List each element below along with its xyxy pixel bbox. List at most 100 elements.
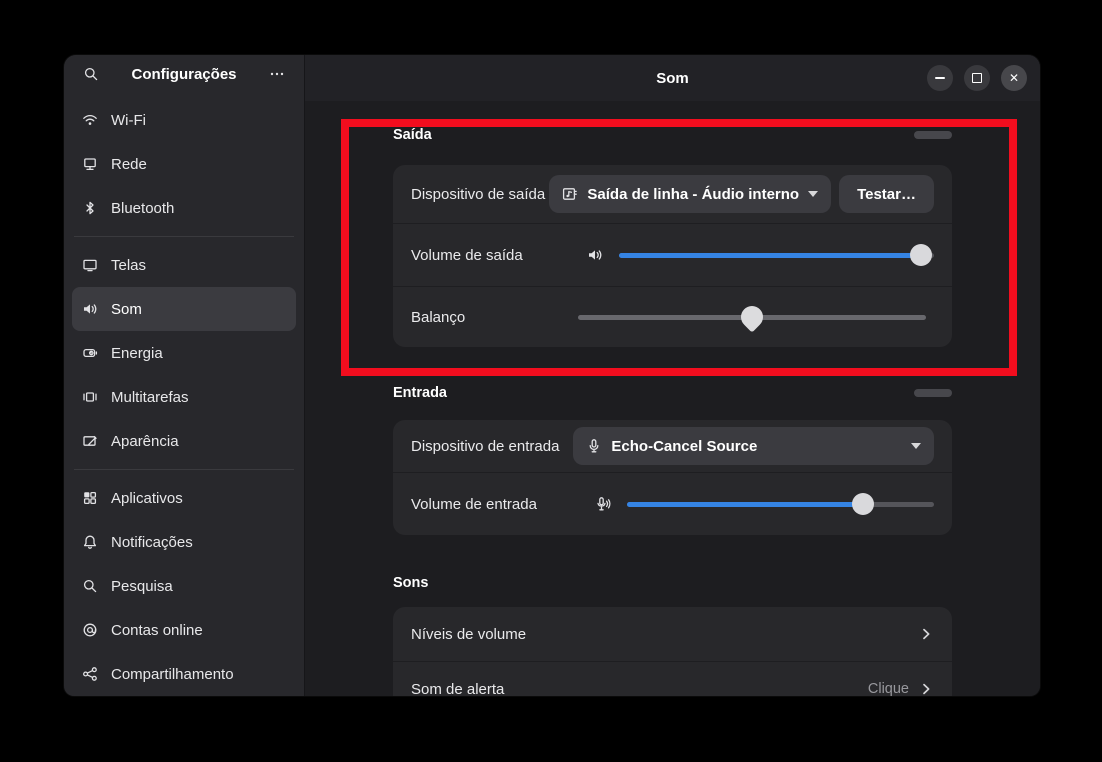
sidebar-item-bluetooth[interactable]: Bluetooth [72,186,296,230]
alert-sound-row[interactable]: Som de alerta Clique [393,661,952,696]
at-sign-icon [82,622,98,638]
network-icon [82,156,98,172]
sidebar-item-telas[interactable]: Telas [72,243,296,287]
input-device-label: Dispositivo de entrada [411,438,559,455]
bluetooth-icon [82,200,98,216]
input-volume-knob[interactable] [852,493,874,515]
sidebar-item-rede[interactable]: Rede [72,142,296,186]
sidebar-item-label: Rede [111,156,147,173]
sidebar-header: Configurações [64,55,304,93]
output-card: Dispositivo de saída Saída de linha - Áu… [393,165,952,347]
output-section-title: Saída [393,127,432,143]
speaker-volume-icon [587,247,603,263]
sidebar-item-label: Wi-Fi [111,112,146,129]
drag-handle[interactable] [914,389,952,397]
input-device-dropdown[interactable]: Echo-Cancel Source [573,427,934,465]
search-icon [83,66,99,82]
sidebar-item-label: Compartilhamento [111,666,234,683]
sidebar-item-label: Energia [111,345,163,362]
sidebar-item-contas-online[interactable]: Contas online [72,608,296,652]
alert-sound-label: Som de alerta [411,681,504,697]
sidebar-item-label: Contas online [111,622,203,639]
output-device-row: Dispositivo de saída Saída de linha - Áu… [393,165,952,223]
output-section: Saída Dispositivo de saída Sa [393,125,952,347]
chevron-down-icon [911,443,921,449]
menu-button[interactable] [262,59,292,89]
input-section-header: Entrada [393,383,952,403]
sidebar-item-energia[interactable]: Energia [72,331,296,375]
share-icon [82,666,98,682]
input-device-row: Dispositivo de entrada Echo-Cancel Sourc… [393,420,952,472]
sound-card-icon [562,186,578,202]
settings-window: Configurações Wi-Fi [64,55,1040,696]
sidebar-item-label: Notificações [111,534,193,551]
sidebar-item-label: Multitarefas [111,389,189,406]
output-volume-row: Volume de saída [393,223,952,286]
sounds-section-header: Sons [393,573,952,593]
speaker-icon [82,301,98,317]
close-icon: ✕ [1009,72,1019,84]
balance-row: Balanço [393,286,952,347]
output-device-dropdown[interactable]: Saída de linha - Áudio interno [549,175,831,213]
microphone-icon [586,438,602,454]
balance-knob[interactable] [736,301,767,332]
apps-grid-icon [82,490,98,506]
output-volume-slider[interactable] [619,244,934,266]
input-device-value: Echo-Cancel Source [611,438,757,455]
sound-settings-content: Saída Dispositivo de saída Sa [305,101,1040,696]
maximize-icon [972,73,982,83]
appearance-icon [82,433,98,449]
sidebar-item-label: Pesquisa [111,578,173,595]
maximize-button[interactable] [964,65,990,91]
sounds-section: Sons Níveis de volume Som de [393,573,952,696]
slider-fill [619,253,921,258]
sidebar-item-wifi[interactable]: Wi-Fi [72,98,296,142]
microphone-volume-icon [595,496,611,512]
output-device-label: Dispositivo de saída [411,186,545,203]
desktop: Configurações Wi-Fi [0,0,1102,762]
test-speakers-button[interactable]: Testar… [839,175,934,213]
drag-handle[interactable] [914,131,952,139]
output-section-header: Saída [393,125,952,145]
output-volume-label: Volume de saída [411,247,523,264]
input-section-title: Entrada [393,385,447,401]
minimize-icon [935,77,945,79]
alert-sound-value: Clique [868,681,909,696]
sidebar-separator [74,469,294,470]
sidebar-item-notificacoes[interactable]: Notificações [72,520,296,564]
display-icon [82,257,98,273]
sidebar-item-compartilhamento[interactable]: Compartilhamento [72,652,296,696]
sidebar-item-pesquisa[interactable]: Pesquisa [72,564,296,608]
wifi-icon [82,112,98,128]
battery-icon [82,345,98,361]
input-card: Dispositivo de entrada Echo-Cancel Sourc… [393,420,952,535]
sidebar-item-aplicativos[interactable]: Aplicativos [72,476,296,520]
sidebar-item-aparencia[interactable]: Aparência [72,419,296,463]
sidebar-item-label: Aplicativos [111,490,183,507]
sidebar-nav: Wi-Fi Rede Bluetooth [64,93,304,696]
chevron-right-icon [918,681,934,696]
sidebar: Configurações Wi-Fi [64,55,305,696]
balance-label: Balanço [411,309,465,326]
sidebar-item-som[interactable]: Som [72,287,296,331]
input-volume-slider[interactable] [627,493,934,515]
sidebar-item-multitarefas[interactable]: Multitarefas [72,375,296,419]
sidebar-separator [74,236,294,237]
main-pane: Som ✕ Saída Dispositivo de saíd [305,55,1040,696]
volume-levels-label: Níveis de volume [411,626,526,643]
headerbar: Som ✕ [305,55,1040,101]
input-volume-label: Volume de entrada [411,496,537,513]
balance-slider[interactable] [578,306,926,328]
ellipsis-icon [269,66,285,82]
sounds-section-title: Sons [393,575,428,591]
sidebar-item-label: Som [111,301,142,318]
minimize-button[interactable] [927,65,953,91]
volume-levels-row[interactable]: Níveis de volume [393,607,952,661]
close-button[interactable]: ✕ [1001,65,1027,91]
output-volume-knob[interactable] [910,244,932,266]
slider-fill [627,502,863,507]
search-button[interactable] [76,59,106,89]
sidebar-item-label: Telas [111,257,146,274]
sounds-card: Níveis de volume Som de alerta Clique [393,607,952,696]
sidebar-item-label: Aparência [111,433,179,450]
